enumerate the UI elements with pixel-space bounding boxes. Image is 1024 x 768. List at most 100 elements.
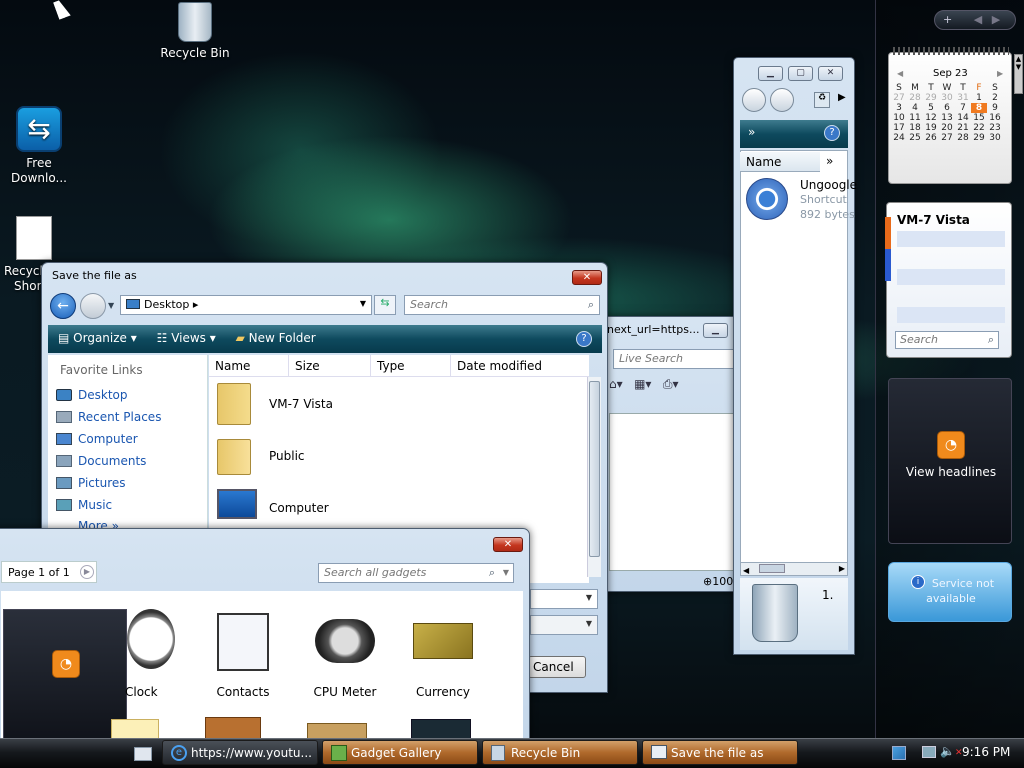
browser-address-bar[interactable]: next_url=https... bbox=[607, 323, 703, 341]
taskbar-clock[interactable]: 9:16 PM bbox=[962, 745, 1010, 759]
close-button[interactable]: ✕ bbox=[493, 537, 523, 552]
taskbar-item-save-dialog[interactable]: Save the file as bbox=[642, 740, 798, 765]
gadget-search-input[interactable]: Search all gadgets ⌕ ▼ bbox=[318, 563, 514, 583]
cancel-button[interactable]: Cancel bbox=[528, 656, 586, 678]
recycle-location-icon[interactable]: ♻ bbox=[814, 92, 830, 108]
nav-link-documents[interactable]: Documents bbox=[56, 454, 146, 468]
calendar-day[interactable]: 21 bbox=[955, 123, 971, 133]
browser-window[interactable]: next_url=https... ▁ Live Search ⌂▾ ▦▾ ⎙▾… bbox=[600, 316, 735, 592]
gadget-clock[interactable]: Clock bbox=[125, 609, 207, 709]
desktop-icon-free-download[interactable]: ⇆ Free Downlo... bbox=[4, 106, 74, 186]
calendar-day[interactable]: 4 bbox=[907, 103, 923, 113]
taskbar-item-recycle-bin[interactable]: Recycle Bin bbox=[482, 740, 638, 765]
calendar-day[interactable]: 31 bbox=[955, 93, 971, 103]
calendar-day[interactable]: 14 bbox=[955, 113, 971, 123]
column-header-size[interactable]: Size bbox=[289, 355, 371, 377]
calendar-day[interactable]: 29 bbox=[923, 93, 939, 103]
calendar-day[interactable]: 5 bbox=[923, 103, 939, 113]
calendar-day[interactable]: 29 bbox=[971, 133, 987, 143]
chevron-down-icon[interactable]: ▼ bbox=[360, 299, 366, 308]
calendar-day[interactable]: 15 bbox=[971, 113, 987, 123]
calendar-day[interactable]: 30 bbox=[939, 93, 955, 103]
gadget-currency[interactable]: Currency bbox=[397, 609, 489, 709]
contact-row[interactable] bbox=[897, 307, 1005, 323]
close-button[interactable]: ✕ bbox=[572, 270, 602, 285]
feeds-icon[interactable]: ▦▾ bbox=[634, 377, 651, 391]
more-tools-icon[interactable]: » bbox=[748, 125, 755, 139]
column-header-date-modified[interactable]: Date modified bbox=[451, 355, 589, 377]
calendar-day[interactable]: 26 bbox=[923, 133, 939, 143]
feed-headlines-gadget[interactable]: ◔ View headlines bbox=[888, 378, 1012, 544]
maximize-button[interactable]: ▢ bbox=[788, 66, 813, 81]
nav-link-music[interactable]: Music bbox=[56, 498, 112, 512]
location-breadcrumb[interactable]: Desktop ▸ ▼ bbox=[120, 295, 372, 315]
feed-gadget-tile[interactable]: ◔ bbox=[3, 609, 127, 749]
contacts-search-input[interactable]: Search ⌕ bbox=[895, 331, 999, 349]
forward-button[interactable] bbox=[80, 293, 106, 319]
help-icon[interactable]: ? bbox=[824, 125, 840, 141]
previous-month-icon[interactable]: ◀ bbox=[897, 69, 903, 78]
previous-gadget-icon[interactable]: ◀ bbox=[974, 13, 982, 26]
nav-link-desktop[interactable]: Desktop bbox=[56, 388, 128, 402]
explorer-panel-window[interactable]: ▁ ▢ ✕ ♻ ▶ » ? Name » Ungoogle Shortcut 8… bbox=[733, 57, 857, 655]
minimize-button[interactable]: ▁ bbox=[703, 323, 728, 338]
file-name-field[interactable]: ▼ bbox=[530, 589, 598, 609]
calendar-day[interactable]: 6 bbox=[939, 103, 955, 113]
calendar-day[interactable]: 1 bbox=[971, 93, 987, 103]
calendar-day[interactable]: 30 bbox=[987, 133, 1003, 143]
nav-link-pictures[interactable]: Pictures bbox=[56, 476, 126, 490]
column-header-name[interactable]: Name bbox=[209, 355, 289, 377]
calendar-day[interactable]: 19 bbox=[923, 123, 939, 133]
calendar-day[interactable]: 27 bbox=[891, 93, 907, 103]
sidebar-scrollbar[interactable]: ▲ ▼ bbox=[1014, 54, 1023, 94]
chevron-down-icon[interactable]: ▼ bbox=[503, 568, 509, 577]
nav-link-recent-places[interactable]: Recent Places bbox=[56, 410, 161, 424]
desktop-icon-recycle-bin[interactable]: Recycle Bin bbox=[155, 2, 235, 61]
calendar-gadget[interactable]: ◀ Sep 23 ▶ S M T W T F S 27 28 29 30 31 … bbox=[888, 47, 1012, 184]
chevron-down-icon[interactable]: ▼ bbox=[586, 619, 592, 628]
scrollbar-thumb[interactable] bbox=[589, 381, 600, 557]
chevron-right-icon[interactable]: ▶ bbox=[80, 565, 94, 579]
calendar-day[interactable]: 3 bbox=[891, 103, 907, 113]
file-item[interactable]: VM-7 Vista bbox=[215, 381, 415, 429]
calendar-day[interactable]: 24 bbox=[891, 133, 907, 143]
nav-link-computer[interactable]: Computer bbox=[56, 432, 138, 446]
calendar-day[interactable]: 12 bbox=[923, 113, 939, 123]
calendar-day[interactable]: 23 bbox=[987, 123, 1003, 133]
contact-row[interactable] bbox=[897, 269, 1005, 285]
calendar-day[interactable]: 28 bbox=[955, 133, 971, 143]
zoom-level[interactable]: ⊕100 bbox=[703, 575, 733, 588]
search-input[interactable]: Search ⌕ bbox=[404, 295, 600, 315]
calendar-day[interactable]: 22 bbox=[971, 123, 987, 133]
chevron-right-icon[interactable]: ▶ bbox=[838, 92, 846, 103]
calendar-day[interactable]: 25 bbox=[907, 133, 923, 143]
page-navigator[interactable]: Page 1 of 1 ▶ bbox=[1, 561, 97, 583]
horizontal-scrollbar[interactable]: ◀ ▶ bbox=[740, 562, 848, 576]
column-overflow-icon[interactable]: » bbox=[826, 154, 833, 168]
search-icon[interactable]: ⌕ bbox=[588, 298, 594, 312]
contacts-gadget[interactable]: VM-7 Vista Search ⌕ bbox=[885, 202, 1012, 358]
gadget-gallery-window[interactable]: ✕ Page 1 of 1 ▶ Search all gadgets ⌕ ▼ ◔… bbox=[0, 528, 530, 749]
file-item[interactable]: Computer bbox=[215, 485, 415, 533]
calendar-day[interactable]: 18 bbox=[907, 123, 923, 133]
next-gadget-icon[interactable]: ▶ bbox=[992, 13, 1000, 26]
add-gadget-icon[interactable]: + bbox=[943, 13, 952, 26]
column-header-type[interactable]: Type bbox=[371, 355, 451, 377]
calendar-day[interactable]: 7 bbox=[955, 103, 971, 113]
calendar-day[interactable]: 17 bbox=[891, 123, 907, 133]
gadget-contacts[interactable]: Contacts bbox=[197, 609, 289, 709]
search-icon[interactable]: ⌕ bbox=[988, 333, 994, 347]
weather-gadget[interactable]: i Service not available bbox=[888, 562, 1012, 622]
organize-button[interactable]: ▤ Organize ▾ bbox=[58, 331, 137, 345]
views-button[interactable]: ☷ Views ▾ bbox=[157, 331, 216, 345]
history-chevron-icon[interactable]: ▼ bbox=[108, 301, 114, 310]
home-icon[interactable]: ⌂▾ bbox=[609, 377, 623, 391]
taskbar-item-gadget-gallery[interactable]: Gadget Gallery bbox=[322, 740, 478, 765]
calendar-day[interactable]: 27 bbox=[939, 133, 955, 143]
vertical-scrollbar[interactable] bbox=[587, 377, 601, 577]
save-type-field[interactable]: ▼ bbox=[530, 615, 598, 635]
calendar-day[interactable]: 16 bbox=[987, 113, 1003, 123]
help-icon[interactable]: ? bbox=[576, 331, 592, 347]
contact-row[interactable] bbox=[897, 231, 1005, 247]
close-button[interactable]: ✕ bbox=[818, 66, 843, 81]
